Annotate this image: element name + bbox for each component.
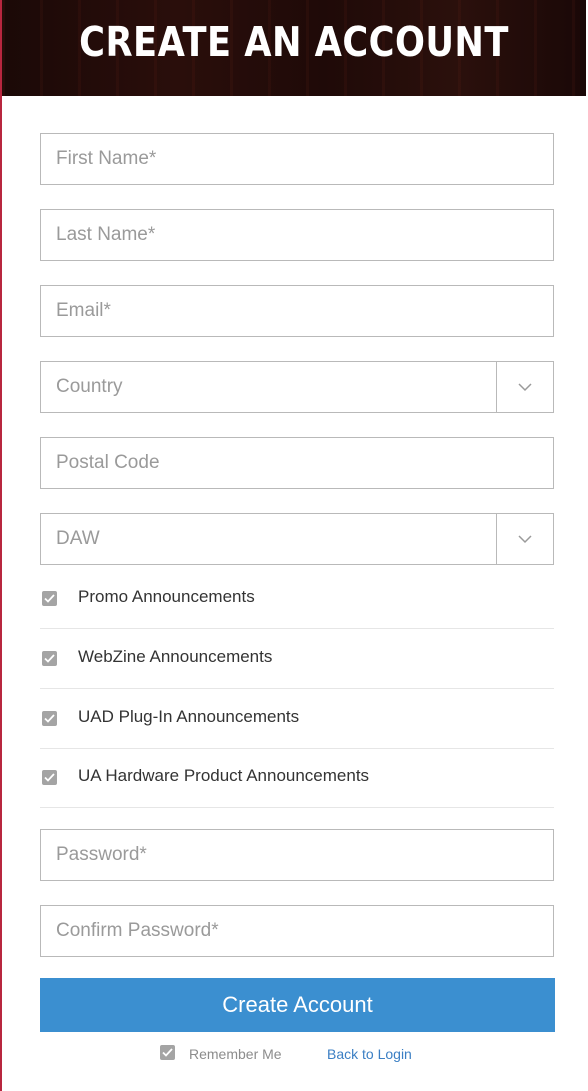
country-dropdown-button[interactable] (496, 362, 553, 412)
create-account-button[interactable]: Create Account (40, 978, 555, 1032)
promo-announcements-option[interactable]: Promo Announcements (40, 569, 554, 629)
header-banner: CREATE AN ACCOUNT (2, 0, 586, 96)
password-input[interactable] (41, 830, 553, 880)
uad-plugin-announcements-checkbox[interactable] (42, 711, 57, 726)
remember-me-checkbox[interactable] (160, 1045, 175, 1060)
checkmark-icon (44, 594, 55, 603)
webzine-announcements-checkbox[interactable] (42, 651, 57, 666)
ua-hardware-announcements-checkbox[interactable] (42, 770, 57, 785)
checkmark-icon (162, 1048, 173, 1057)
daw-select[interactable]: DAW (40, 513, 554, 565)
webzine-announcements-option[interactable]: WebZine Announcements (40, 629, 554, 689)
ua-hardware-announcements-label: UA Hardware Product Announcements (78, 766, 370, 785)
promo-announcements-label: Promo Announcements (78, 587, 255, 606)
country-select-value: Country (56, 376, 123, 397)
postal-code-field[interactable] (40, 437, 554, 489)
page-title: CREATE AN ACCOUNT (79, 18, 509, 66)
daw-dropdown-button[interactable] (496, 514, 553, 564)
ua-hardware-announcements-option[interactable]: UA Hardware Product Announcements (40, 748, 554, 808)
email-field[interactable] (40, 285, 554, 337)
daw-select-value: DAW (56, 528, 100, 549)
checkmark-icon (44, 714, 55, 723)
country-select[interactable]: Country (40, 361, 554, 413)
uad-plugin-announcements-option[interactable]: UAD Plug-In Announcements (40, 689, 554, 749)
first-name-field[interactable] (40, 133, 554, 185)
remember-me-label: Remember Me (189, 1046, 282, 1062)
checkmark-icon (44, 654, 55, 663)
postal-code-input[interactable] (41, 438, 553, 488)
confirm-password-field[interactable] (40, 905, 554, 957)
chevron-down-icon (518, 534, 532, 543)
password-field[interactable] (40, 829, 554, 881)
webzine-announcements-label: WebZine Announcements (78, 647, 273, 666)
back-to-login-link[interactable]: Back to Login (327, 1046, 412, 1062)
chevron-down-icon (518, 382, 532, 391)
checkmark-icon (44, 773, 55, 782)
signup-panel: CREATE AN ACCOUNT Country DAW Promo (0, 0, 586, 1091)
email-input[interactable] (41, 286, 553, 336)
last-name-field[interactable] (40, 209, 554, 261)
promo-announcements-checkbox[interactable] (42, 591, 57, 606)
confirm-password-input[interactable] (41, 906, 553, 956)
uad-plugin-announcements-label: UAD Plug-In Announcements (78, 707, 300, 726)
first-name-input[interactable] (41, 134, 553, 184)
last-name-input[interactable] (41, 210, 553, 260)
